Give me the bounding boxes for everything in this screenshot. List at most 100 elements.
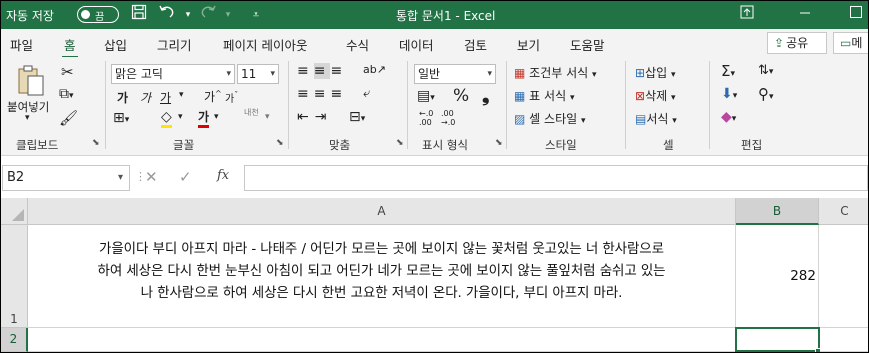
- delete-cells-button[interactable]: ⊠삭제 ▾: [635, 87, 676, 104]
- chevron-down-icon: ▾: [270, 69, 275, 79]
- shrink-font-button[interactable]: 가ˇ: [225, 90, 238, 105]
- select-all-button[interactable]: [1, 198, 28, 225]
- format-painter-icon[interactable]: 🖌: [59, 109, 78, 127]
- indent-icons[interactable]: ⇤⇥: [297, 109, 332, 125]
- cell-b2-selected[interactable]: [735, 327, 820, 352]
- cell-styles-button[interactable]: ▨ 셀 스타일 ▾: [514, 110, 586, 127]
- fill-icon[interactable]: ⬇▾: [721, 86, 737, 102]
- cell-style-icon: ▨: [514, 112, 526, 126]
- undo-icon[interactable]: [156, 4, 178, 26]
- redo-dropdown-icon[interactable]: ▾: [217, 4, 239, 26]
- vertical-align-icons[interactable]: ≡≡≡: [297, 63, 347, 79]
- styles-group-label: 스타일: [545, 138, 577, 152]
- fill-color-dropdown-icon[interactable]: ▾: [178, 112, 183, 122]
- text-direction-icon[interactable]: ab↗: [363, 63, 386, 76]
- autosum-icon[interactable]: Σ▾: [721, 62, 735, 80]
- conditional-format-button[interactable]: ▦ 조건부 서식 ▾: [514, 64, 597, 81]
- select-all-triangle: [12, 209, 24, 221]
- save-icon[interactable]: [128, 4, 150, 26]
- ribbon-tabs: 파일 홈 삽입 그리기 페이지 레이아웃 수식 데이터 검토 보기 도움말 ⇪ 공…: [1, 29, 868, 59]
- bold-button[interactable]: 가: [117, 89, 128, 106]
- editing-group-label: 편집: [741, 138, 763, 152]
- find-select-icon[interactable]: ⚲▾: [758, 85, 774, 103]
- phonetic-dropdown-icon[interactable]: ▾: [265, 112, 270, 122]
- formula-input[interactable]: [244, 165, 868, 191]
- cell-c2[interactable]: [820, 328, 868, 352]
- autosave-toggle[interactable]: 끔: [77, 6, 119, 23]
- phonetic-button[interactable]: 내천: [244, 108, 259, 117]
- cell-b1[interactable]: 282: [736, 225, 819, 328]
- comma-button[interactable]: ❟: [482, 84, 489, 106]
- borders-icon[interactable]: ⊞▾: [113, 110, 129, 126]
- underline-button[interactable]: 가: [160, 89, 171, 106]
- chevron-down-icon: ▾: [487, 69, 492, 79]
- document-title: 통합 문서1 - Excel: [396, 9, 496, 23]
- format-cells-button[interactable]: ▤서식 ▾: [635, 110, 677, 127]
- decrease-decimal-button[interactable]: .00 →.0: [441, 109, 455, 127]
- paste-dropdown-icon[interactable]: ▾: [25, 113, 30, 123]
- cancel-icon[interactable]: ✕: [145, 168, 158, 186]
- alignment-group-label: 맞춤: [329, 138, 351, 152]
- tab-formulas[interactable]: 수식: [346, 35, 369, 54]
- redo-icon[interactable]: [197, 4, 219, 26]
- maximize-icon[interactable]: [841, 5, 868, 25]
- share-icon: ⇪: [774, 36, 785, 50]
- tab-view[interactable]: 보기: [517, 35, 540, 54]
- undo-dropdown-icon[interactable]: ▾: [177, 4, 199, 26]
- tab-help[interactable]: 도움말: [570, 35, 605, 54]
- tab-review[interactable]: 검토: [464, 35, 487, 54]
- column-header-a[interactable]: A: [28, 198, 736, 225]
- tab-data[interactable]: 데이터: [399, 35, 434, 54]
- merge-center-icon[interactable]: ⊟▾: [349, 109, 365, 125]
- minimize-icon[interactable]: [790, 5, 820, 25]
- increase-decimal-button[interactable]: ←.0 .00: [419, 109, 433, 127]
- cut-icon[interactable]: ✂: [61, 63, 74, 81]
- row-header-2[interactable]: 2: [1, 328, 28, 352]
- comment-icon: ▭: [840, 36, 852, 50]
- font-color-button[interactable]: 가: [198, 109, 210, 128]
- alignment-launcher-icon[interactable]: ⬊: [396, 139, 405, 148]
- number-launcher-icon[interactable]: ⬊: [495, 139, 504, 148]
- clear-icon[interactable]: ◆▾: [721, 109, 736, 125]
- fill-color-icon[interactable]: ◇: [161, 109, 172, 128]
- restore-icon[interactable]: [732, 5, 762, 25]
- customize-icon[interactable]: ⩡: [245, 4, 267, 26]
- column-header-c[interactable]: C: [819, 198, 868, 225]
- grow-font-button[interactable]: 가^: [204, 88, 222, 105]
- tab-file[interactable]: 파일: [10, 35, 33, 54]
- worksheet-grid: A B C 1 2 가을이다 부디 아프지 마라 - 나태주 / 어딘가 모르는…: [1, 198, 868, 352]
- enter-icon[interactable]: ✓: [179, 168, 192, 186]
- share-button[interactable]: ⇪ 공유: [767, 32, 827, 54]
- cell-a2[interactable]: [28, 328, 736, 352]
- tab-draw[interactable]: 그리기: [157, 35, 192, 54]
- wrap-text-icon[interactable]: ⤶: [363, 86, 370, 101]
- tab-home[interactable]: 홈: [62, 35, 77, 59]
- horizontal-align-icons[interactable]: ≡≡≡: [297, 86, 347, 102]
- currency-icon[interactable]: ▤▾: [417, 88, 435, 104]
- format-as-table-button[interactable]: ▦ 표 서식 ▾: [514, 87, 574, 104]
- underline-dropdown-icon[interactable]: ▾: [179, 90, 184, 100]
- row-header-1[interactable]: 1: [1, 225, 28, 328]
- font-color-dropdown-icon[interactable]: ▾: [214, 112, 219, 122]
- name-box[interactable]: B2 ▾: [2, 165, 130, 191]
- comments-button[interactable]: ▭메: [833, 32, 868, 54]
- number-format-dropdown[interactable]: 일반 ▾: [414, 64, 496, 84]
- cell-c1[interactable]: [819, 225, 868, 328]
- tab-insert[interactable]: 삽입: [104, 35, 127, 54]
- clipboard-launcher-icon[interactable]: ⬊: [92, 139, 101, 148]
- cell-a1[interactable]: 가을이다 부디 아프지 마라 - 나태주 / 어딘가 모르는 곳에 보이지 않는…: [28, 225, 736, 328]
- tab-page-layout[interactable]: 페이지 레이아웃: [223, 35, 307, 54]
- font-name-dropdown[interactable]: 맑은 고딕 ▾: [111, 64, 235, 84]
- column-header-b[interactable]: B: [736, 198, 819, 225]
- italic-button[interactable]: 가: [140, 89, 151, 106]
- comments-label: 메: [851, 36, 863, 50]
- copy-icon[interactable]: ⧉▾: [59, 86, 74, 102]
- conditional-format-icon: ▦: [514, 66, 526, 80]
- font-size-dropdown[interactable]: 11 ▾: [237, 64, 279, 84]
- sort-filter-icon[interactable]: ⇅▾: [758, 63, 773, 78]
- insert-cells-button[interactable]: ⊞삽입 ▾: [635, 64, 676, 81]
- font-launcher-icon[interactable]: ⬊: [276, 139, 285, 148]
- paste-icon[interactable]: [17, 65, 47, 100]
- insert-function-button[interactable]: fx: [217, 168, 229, 183]
- percent-button[interactable]: %: [453, 86, 469, 106]
